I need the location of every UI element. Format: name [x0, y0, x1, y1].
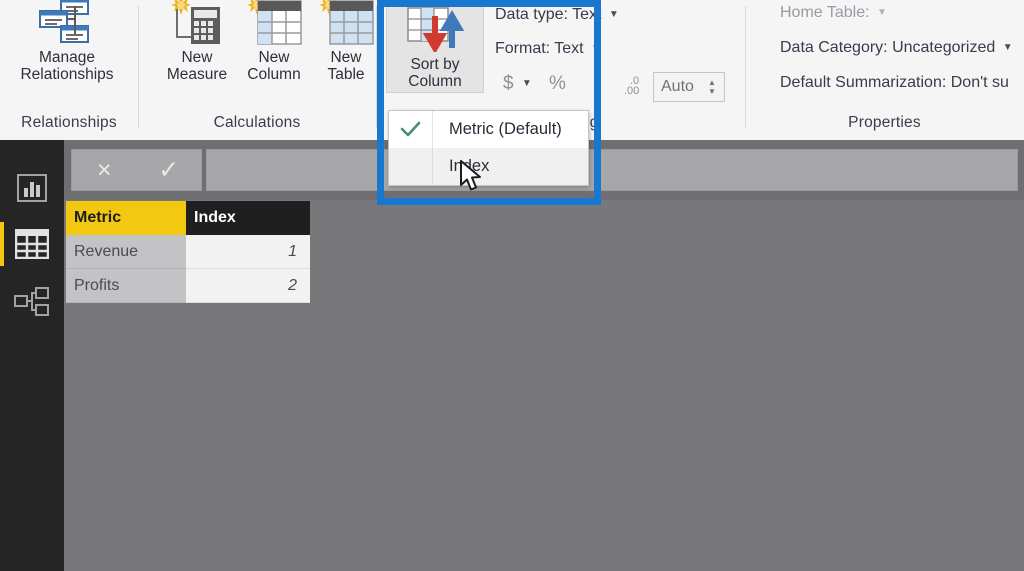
column-header-index[interactable]: Index: [186, 201, 310, 235]
check-placeholder: [389, 148, 433, 185]
ribbon-group-divider: [138, 6, 139, 128]
relationships-icon: [15, 0, 119, 45]
percent-icon: %: [549, 73, 566, 94]
ribbon-group-divider: [745, 6, 746, 128]
sort-by-column-menu[interactable]: Metric (Default) Index: [388, 110, 589, 186]
formula-bar-actions: × ✓: [71, 149, 202, 191]
sidebar-item-model-view[interactable]: [0, 274, 64, 330]
default-summarization-label: Default Summarization:: [780, 74, 947, 91]
data-type-value: Text: [572, 6, 602, 23]
cell-metric[interactable]: Revenue: [66, 235, 186, 269]
chevron-down-icon: ▼: [876, 7, 887, 19]
relationship-model-icon: [14, 287, 49, 316]
column-header-metric[interactable]: Metric: [66, 201, 186, 235]
manage-relationships-label: Manage Relationships: [20, 49, 114, 83]
new-table-button[interactable]: New Table: [294, 0, 398, 83]
check-icon: [389, 111, 433, 148]
format-label: Format:: [495, 40, 551, 57]
percent-format-button[interactable]: %: [549, 73, 566, 95]
currency-format-button[interactable]: $ ▼: [503, 73, 532, 95]
stepper-arrows-icon[interactable]: ▲ ▼: [704, 78, 724, 96]
home-table-label: Home Table:: [780, 4, 870, 21]
cell-index[interactable]: 2: [186, 269, 310, 303]
chevron-down-icon[interactable]: ▼: [609, 9, 619, 20]
sort-menu-item-metric-default[interactable]: Metric (Default): [389, 111, 588, 148]
sort-by-column-button[interactable]: Sort by Column: [386, 0, 484, 93]
data-category-row[interactable]: Data Category: Uncategorized ▼: [780, 39, 1013, 57]
power-bi-window: Manage Relationships New Measure New Col…: [0, 0, 1024, 571]
formula-input[interactable]: [206, 149, 1018, 191]
format-value: Text: [554, 40, 584, 57]
selection-indicator: [0, 222, 4, 266]
home-table-row[interactable]: Home Table: ▼: [780, 4, 887, 22]
sort-menu-item-index[interactable]: Index: [389, 148, 588, 185]
data-grid: Metric Index Revenue 1 Profits 2: [66, 201, 310, 303]
sort-menu-item-label: Index: [449, 157, 490, 175]
sort-by-column-icon: [387, 2, 483, 52]
default-summarization-value: Don't su: [950, 74, 1009, 91]
sort-by-column-label: Sort by Column: [408, 56, 462, 90]
decimal-places-value: Auto: [661, 78, 694, 95]
sort-menu-item-label: Metric (Default): [449, 120, 562, 138]
accept-edit-button[interactable]: ✓: [137, 150, 202, 190]
data-category-value: Uncategorized: [892, 39, 996, 56]
cell-index[interactable]: 1: [186, 235, 310, 269]
table-row[interactable]: Profits 2: [66, 269, 310, 303]
default-summarization-row[interactable]: Default Summarization: Don't su: [780, 74, 1009, 92]
cell-metric[interactable]: Profits: [66, 269, 186, 303]
decimal-places-icon[interactable]: .0.00: [624, 76, 639, 97]
cancel-edit-button[interactable]: ×: [72, 150, 137, 190]
manage-relationships-button[interactable]: Manage Relationships: [15, 0, 119, 83]
table-grid-icon: [15, 229, 49, 259]
data-type-label: Data type:: [495, 6, 568, 23]
chevron-down-icon[interactable]: ▼: [591, 43, 601, 54]
group-label-calculations: Calculations: [213, 114, 301, 131]
table-row[interactable]: Revenue 1: [66, 235, 310, 269]
bar-chart-icon: [17, 174, 47, 202]
chevron-down-icon[interactable]: ▼: [522, 78, 532, 89]
format-row[interactable]: Format: Text ▼: [495, 40, 601, 58]
sidebar-item-data-view[interactable]: [0, 216, 64, 272]
group-label-properties: Properties: [848, 114, 921, 131]
sidebar-item-report-view[interactable]: [0, 160, 64, 216]
group-label-relationships: Relationships: [21, 114, 117, 131]
decimal-places-stepper[interactable]: Auto ▲ ▼: [653, 72, 725, 102]
data-type-row[interactable]: Data type: Text ▼: [495, 6, 619, 24]
ribbon-content: Manage Relationships New Measure New Col…: [0, 0, 1024, 128]
view-switcher-rail: [0, 140, 64, 571]
chevron-down-icon[interactable]: ▼: [1003, 42, 1013, 53]
new-table-label: New Table: [327, 49, 365, 83]
table-header-row: Metric Index: [66, 201, 310, 235]
data-category-label: Data Category:: [780, 39, 888, 56]
new-table-icon: [294, 0, 398, 45]
currency-icon: $: [503, 73, 514, 94]
